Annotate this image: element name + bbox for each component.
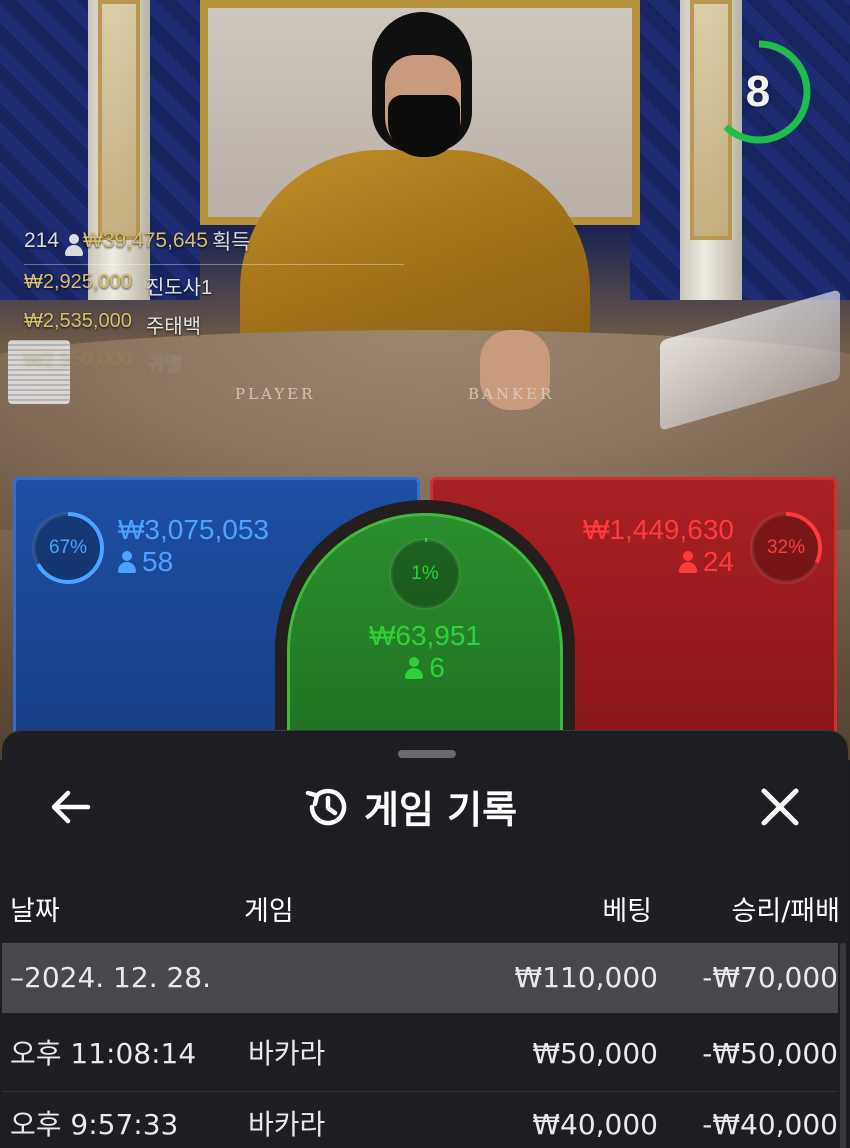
winner-row: ₩2,535,000 주태백 — [24, 310, 404, 339]
player-total-bet: ₩3,075,053 — [118, 514, 269, 545]
winners-total: 214 ₩39,475,645 획득 — [24, 226, 404, 256]
winner-amount: ₩2,925,000 — [24, 271, 132, 293]
tie-count: 6 — [429, 652, 445, 683]
winners-divider — [24, 264, 404, 265]
tie-percent-ring: 1% — [387, 536, 463, 612]
player-count: 58 — [142, 546, 174, 577]
winner-name: 주태백 — [145, 316, 202, 338]
person-icon — [678, 551, 697, 573]
person-icon — [118, 551, 136, 573]
history-icon — [305, 788, 347, 825]
date-group-label: –2024. 12. 28. — [10, 961, 212, 994]
tie-percent: 1% — [411, 563, 439, 584]
sheet-title: 게임 기록 — [364, 788, 518, 832]
winners-total-suffix: 획득 — [211, 231, 251, 254]
sheet-header: 게임 기록 — [2, 771, 848, 841]
winner-name: 진도사1 — [145, 277, 213, 299]
dealer-mask — [388, 95, 460, 157]
history-game: 바카라 — [248, 1037, 326, 1070]
tie-total-bet: ₩63,951 — [368, 620, 482, 651]
history-time: 오후 11:08:14 — [10, 1037, 197, 1070]
history-row[interactable]: 오후 11:08:14 바카라 ₩50,000 -₩50,000 — [2, 1019, 838, 1089]
history-bet: ₩40,000 — [532, 1108, 658, 1141]
person-icon — [65, 234, 84, 256]
winners-count: 214 — [24, 229, 60, 252]
banker-count-row: 24 — [583, 546, 734, 578]
player-bet-info: ₩3,075,053 58 — [118, 514, 269, 578]
table-label-banker: BANKER — [468, 385, 555, 403]
winner-row: ₩2,350,000 귀멸 — [24, 349, 404, 378]
arrow-left-icon — [51, 790, 91, 824]
banker-bet-info: ₩1,449,630 24 — [583, 514, 734, 578]
column-header-game[interactable]: 게임 — [244, 889, 294, 928]
game-history-sheet: 게임 기록 날짜 게임 베팅 승리/패배 –2024. 12. 28. ₩110… — [2, 730, 848, 1148]
player-count-row: 58 — [118, 546, 269, 578]
history-result: -₩40,000 — [702, 1108, 838, 1141]
close-icon — [761, 788, 799, 826]
date-group-row[interactable]: –2024. 12. 28. ₩110,000 -₩70,000 — [2, 943, 838, 1013]
close-button[interactable] — [750, 783, 810, 831]
winner-amount: ₩2,350,000 — [24, 349, 132, 371]
banker-percent-ring: 32% — [748, 510, 824, 586]
countdown-timer: 8 — [713, 30, 817, 154]
player-percent: 67% — [48, 537, 88, 558]
sheet-title-group: 게임 기록 — [302, 779, 517, 834]
person-icon — [405, 657, 424, 679]
column-header-date[interactable]: 날짜 — [10, 889, 60, 928]
history-bet: ₩50,000 — [532, 1037, 658, 1070]
banker-count: 24 — [702, 546, 734, 577]
back-button[interactable] — [42, 783, 98, 831]
tie-bet-info: ₩63,951 6 — [290, 620, 560, 684]
column-header-result[interactable]: 승리/패배 — [638, 889, 840, 928]
winner-amount: ₩2,535,000 — [24, 310, 132, 332]
sheet-drag-handle[interactable] — [398, 750, 456, 758]
history-scrollbar[interactable] — [840, 943, 846, 1148]
winners-panel: 214 ₩39,475,645 획득 ₩2,925,000 진도사1 ₩2,53… — [24, 226, 404, 388]
history-game: 바카라 — [248, 1108, 326, 1141]
winner-row: ₩2,925,000 진도사1 — [24, 271, 404, 300]
date-group-bet: ₩110,000 — [514, 961, 658, 994]
tie-count-row: 6 — [290, 652, 560, 684]
player-percent-ring: 67% — [30, 510, 106, 586]
banker-percent: 32% — [766, 537, 806, 558]
winner-name: 귀멸 — [145, 355, 183, 377]
banker-total-bet: ₩1,449,630 — [583, 514, 734, 545]
history-row[interactable]: 오후 9:57:33 바카라 ₩40,000 -₩40,000 — [2, 1090, 838, 1148]
column-header-bet[interactable]: 베팅 — [442, 889, 652, 928]
history-time: 오후 9:57:33 — [10, 1108, 179, 1141]
date-group-result: -₩70,000 — [702, 961, 838, 994]
history-result: -₩50,000 — [702, 1037, 838, 1070]
winners-total-amount: ₩39,475,645 — [83, 229, 208, 252]
timer-value: 8 — [745, 67, 771, 116]
